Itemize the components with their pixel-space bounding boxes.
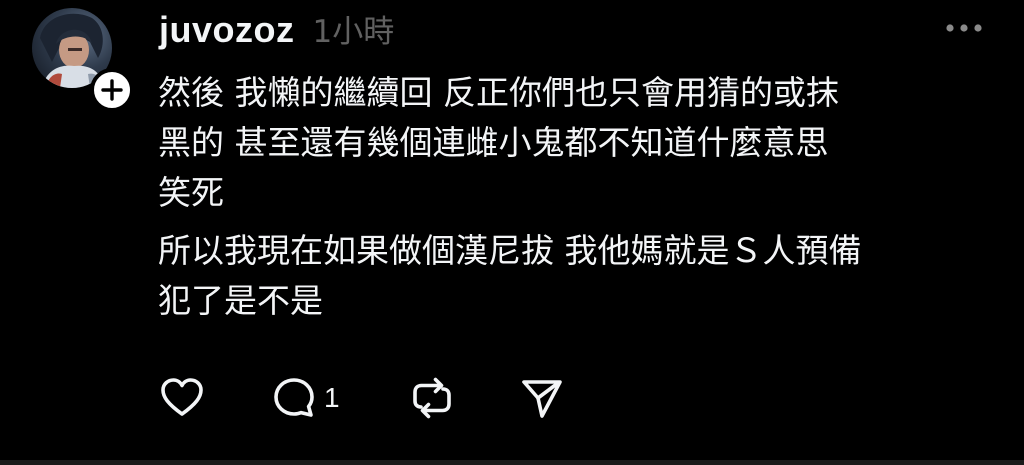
plus-icon [101, 79, 123, 101]
post-paragraph: 所以我現在如果做個漢尼拔 我他媽就是Ｓ人預備 犯了是不是 [158, 231, 862, 320]
follow-button[interactable] [90, 68, 134, 112]
username[interactable]: juvozoz [159, 9, 295, 51]
avatar-container [32, 8, 134, 112]
timestamp[interactable]: 1小時 [313, 6, 395, 51]
divider [0, 460, 1024, 465]
reply-button[interactable]: 1 [270, 374, 340, 422]
comment-icon [274, 378, 314, 417]
share-button[interactable] [518, 374, 566, 422]
post-content: 然後 我懶的繼續回 反正你們也只會用猜的或抹 黑的 甚至還有幾個連雌小鬼都不知道… [158, 68, 998, 326]
thread-post: juvozoz 1小時 然後 我懶的繼續回 反正你們也只會用猜的或抹 黑的 甚至… [0, 0, 1024, 465]
more-horizontal-icon [946, 24, 982, 32]
reply-count: 1 [324, 382, 340, 413]
like-button[interactable] [158, 374, 206, 422]
heart-icon [161, 378, 203, 416]
post-header: juvozoz 1小時 [159, 6, 394, 52]
repost-button[interactable] [408, 374, 456, 422]
send-icon [522, 380, 562, 418]
post-paragraph: 然後 我懶的繼續回 反正你們也只會用猜的或抹 黑的 甚至還有幾個連雌小鬼都不知道… [158, 73, 839, 212]
more-options-button[interactable] [944, 14, 984, 42]
repost-icon [413, 377, 451, 419]
